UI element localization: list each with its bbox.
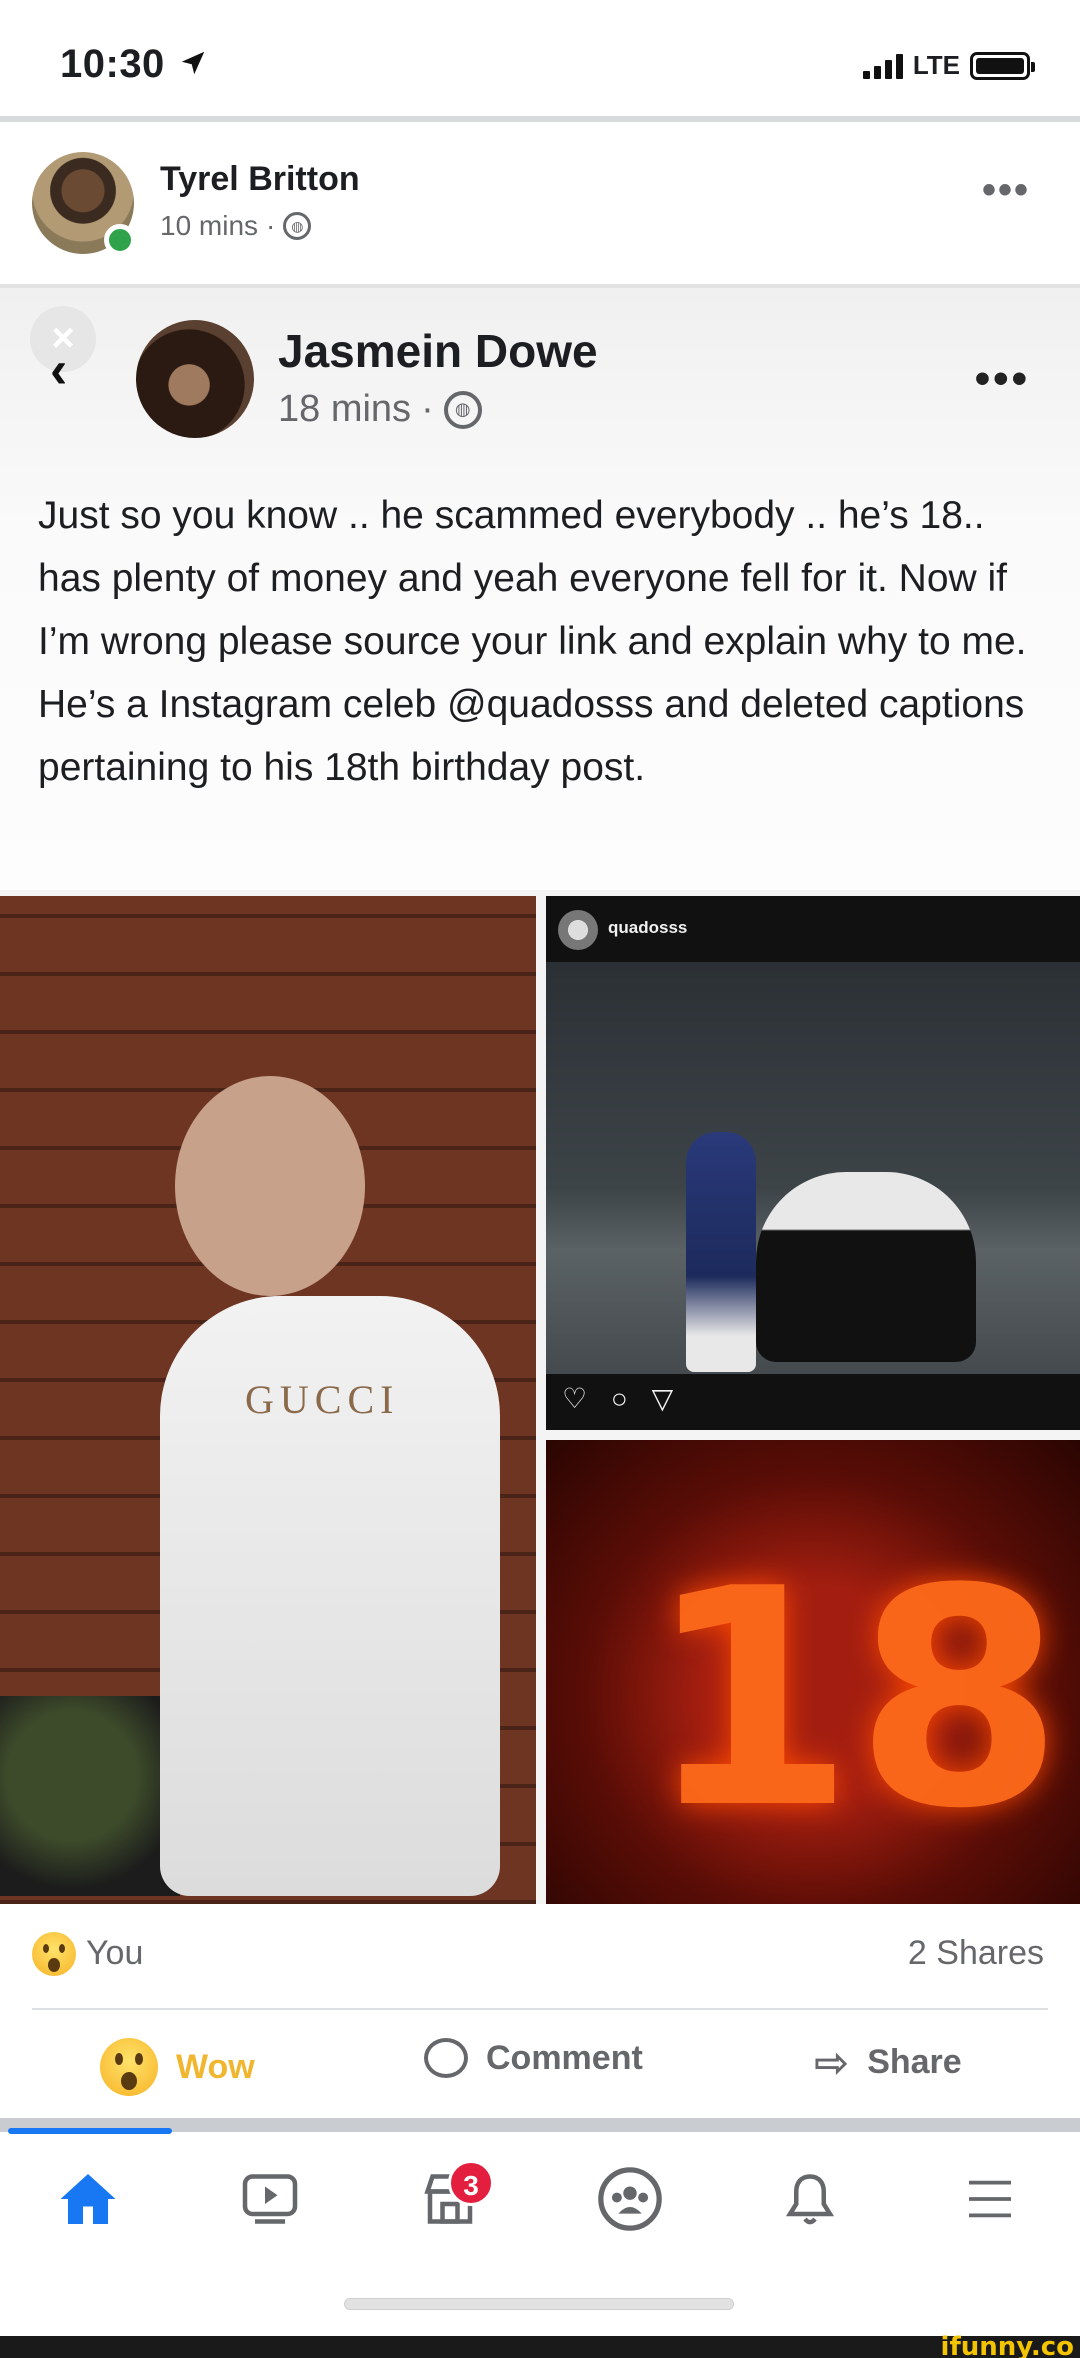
nav-menu[interactable] [940,2154,1040,2244]
more-options-button[interactable]: ••• [982,168,1030,213]
shares-count[interactable]: 2 Shares [908,1934,1044,1973]
nav-watch[interactable] [220,2154,320,2244]
comment-label: Comment [486,2038,643,2077]
nav-notifications[interactable] [760,2154,860,2244]
battery-icon [970,51,1035,80]
embedded-author-name: Jasmein Dowe [278,325,598,377]
embedded-post: × ‹ Jasmein Dowe 18 mins · ◍ ••• Just so… [0,284,1080,890]
reactions-summary[interactable]: You 2 Shares [0,1906,1080,2006]
share-button[interactable]: ⇨ Share [814,2038,962,2087]
status-time: 10:30 [60,42,165,86]
plant-decoration [0,1696,180,1896]
watermark-bar [0,2336,1080,2358]
marquee-number: 18 [646,1525,1064,1874]
instagram-actions: ♡ ○ ▽ [546,1374,1080,1430]
watermark-logo: ifunny.co [940,2332,1074,2358]
home-icon [60,2174,116,2224]
groups-icon [598,2167,662,2231]
wow-reaction-icon [32,1932,76,1976]
head-shape [175,1076,365,1296]
instagram-photo [546,962,1080,1374]
nav-groups[interactable] [580,2154,680,2244]
wow-icon [100,2038,158,2096]
photo-birthday: 18 [546,1440,1080,1904]
home-indicator[interactable] [344,2298,734,2310]
embedded-author-avatar [136,320,254,438]
globe-icon: ◍ [283,212,312,240]
author-name[interactable]: Tyrel Britton [160,160,360,199]
embedded-post-time: 18 mins [278,388,412,430]
photo-instagram: quadosss ♡ ○ ▽ [546,896,1080,1430]
divider [32,2008,1048,2010]
bottom-nav: 3 [0,2134,1080,2264]
status-indicators: LTE [862,50,1035,81]
photo-left-text: GUCCI [245,1377,400,1422]
wow-label: Wow [176,2047,255,2086]
embedded-more-icon: ••• [974,354,1030,403]
signal-icon [862,53,903,79]
instagram-avatar [558,910,598,950]
photo-left: GUCCI [0,896,536,1904]
watch-icon [242,2174,298,2224]
instagram-username: quadosss [608,918,688,937]
comment-button[interactable]: Comment [424,2038,643,2078]
instagram-header: quadosss [546,896,1080,962]
person-shape [686,1132,756,1372]
share-label: Share [867,2043,962,2081]
comment-icon [424,2038,468,2078]
back-chevron-icon: ‹ [50,341,68,399]
location-arrow-icon [181,51,205,75]
meta-separator: · [266,210,276,241]
post-image[interactable]: × ‹ Jasmein Dowe 18 mins · ◍ ••• Just so… [0,284,1080,1904]
meta-separator: · [421,388,434,430]
globe-icon: ◍ [443,390,482,429]
post-header: Tyrel Britton 10 mins · ◍ ••• [0,130,1080,280]
status-bar: 10:30 LTE [0,0,1080,120]
nav-marketplace[interactable]: 3 [400,2154,500,2244]
notifications-icon [785,2174,835,2225]
network-type: LTE [912,50,960,80]
wow-button[interactable]: Wow [100,2038,255,2096]
person-shape [756,1172,976,1362]
nav-home[interactable] [38,2154,138,2244]
reactor-name[interactable]: You [86,1934,143,1973]
embedded-post-text: Just so you know .. he scammed everybody… [38,494,1027,789]
menu-icon [969,2180,1011,2218]
marketplace-badge: 3 [448,2160,494,2206]
divider [0,116,1080,122]
post-meta: 10 mins · ◍ [160,210,312,242]
embedded-post-meta: 18 mins · ◍ [278,388,482,431]
share-icon: ⇨ [814,2039,850,2086]
online-status-icon [104,224,136,256]
post-time[interactable]: 10 mins [160,210,258,242]
post-actions: Wow Comment ⇨ Share [0,2012,1080,2122]
